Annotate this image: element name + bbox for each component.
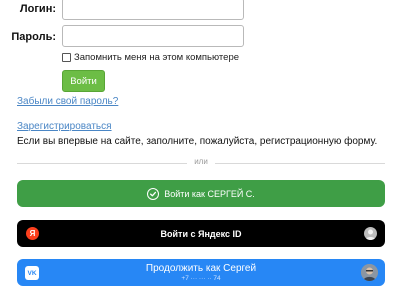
- remember-me-label: Запомнить меня на этом компьютере: [74, 52, 240, 63]
- yandex-login-button[interactable]: Я Войти с Яндекс ID: [17, 220, 385, 247]
- register-link[interactable]: Зарегистрироваться: [17, 121, 112, 132]
- divider-label: или: [190, 157, 212, 166]
- vk-login-button[interactable]: VK Продолжить как Сергей +7 ··· ··· ·· 7…: [17, 259, 385, 286]
- sber-login-label: Войти как СЕРГЕЙ С.: [164, 188, 255, 199]
- login-label: Логин:: [19, 3, 56, 15]
- yandex-logo-icon: Я: [26, 227, 39, 240]
- yandex-avatar: [364, 227, 377, 240]
- password-label: Пароль:: [11, 31, 56, 43]
- vk-logo-icon: VK: [25, 266, 39, 280]
- divider-line-right: [215, 163, 385, 164]
- yandex-login-label: Войти с Яндекс ID: [160, 228, 242, 239]
- login-button[interactable]: Войти: [62, 70, 105, 92]
- divider-line-left: [17, 163, 187, 164]
- login-input[interactable]: [62, 0, 244, 20]
- sber-login-button[interactable]: Войти как СЕРГЕЙ С.: [17, 180, 385, 207]
- vk-phone-hint: +7 ··· ··· ·· 74: [181, 274, 221, 282]
- check-circle-icon: [147, 187, 160, 200]
- vk-login-label: Продолжить как Сергей: [145, 262, 257, 274]
- vk-avatar: [361, 264, 378, 281]
- register-hint: Если вы впервые на сайте, заполните, пож…: [17, 136, 378, 147]
- password-input[interactable]: [62, 25, 244, 47]
- or-divider: или: [17, 157, 385, 166]
- remember-me-checkbox[interactable]: [62, 53, 71, 62]
- remember-me-row[interactable]: Запомнить меня на этом компьютере: [62, 52, 239, 63]
- forgot-password-link[interactable]: Забыли свой пароль?: [17, 96, 118, 107]
